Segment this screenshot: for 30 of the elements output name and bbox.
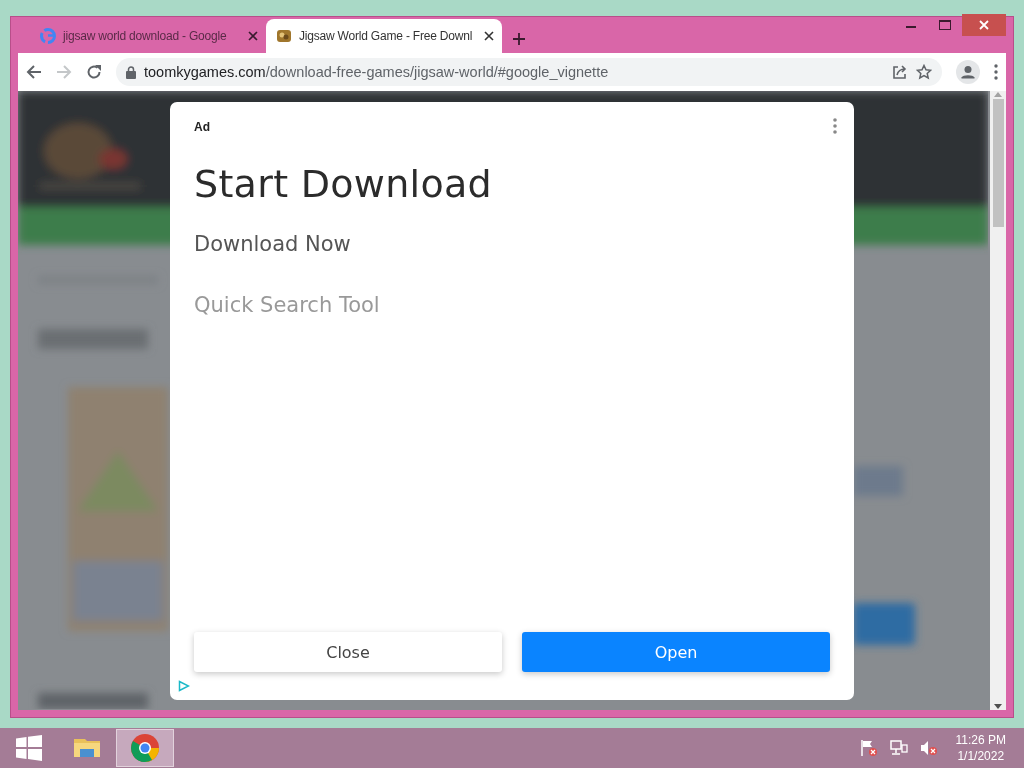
url-text: toomkygames.com/download-free-games/jigsaw-world/#google_vignette — [144, 64, 609, 80]
maximize-icon[interactable] — [939, 20, 951, 30]
browser-tab[interactable]: Jigsaw World Game - Free Downl — [266, 19, 502, 53]
scrollbar-thumb[interactable] — [992, 99, 1004, 227]
close-tab-icon[interactable] — [484, 31, 494, 41]
menu-icon[interactable] — [994, 64, 998, 80]
open-button[interactable]: Open — [522, 632, 830, 672]
lock-icon — [126, 65, 136, 79]
speaker-muted-icon[interactable] — [919, 739, 938, 757]
chrome-icon[interactable] — [130, 733, 160, 763]
ad-headline: Start Download — [194, 162, 493, 206]
share-icon[interactable] — [892, 64, 908, 80]
back-icon[interactable] — [26, 64, 42, 80]
ad-text-line: Quick Search Tool — [194, 293, 381, 317]
clock[interactable]: 11:26 PM 1/1/2022 — [955, 732, 1006, 764]
reload-icon[interactable] — [86, 64, 102, 80]
more-options-icon[interactable] — [833, 118, 837, 134]
ad-label: Ad — [194, 120, 211, 134]
address-bar[interactable]: toomkygames.com/download-free-games/jigsaw-world/#google_vignette — [116, 58, 942, 86]
browser-tab[interactable]: jigsaw world download - Google — [30, 19, 266, 53]
network-icon[interactable] — [889, 739, 908, 757]
flag-error-icon[interactable] — [859, 739, 878, 757]
scroll-down-icon[interactable] — [994, 704, 1002, 710]
ad-text-line: Download Now — [194, 232, 352, 256]
star-icon[interactable] — [916, 64, 932, 80]
windows-logo-icon[interactable] — [16, 735, 42, 761]
profile-icon[interactable] — [956, 60, 980, 84]
close-icon[interactable] — [979, 20, 989, 30]
new-tab-icon[interactable] — [512, 32, 526, 46]
close-button[interactable]: Close — [194, 632, 502, 672]
